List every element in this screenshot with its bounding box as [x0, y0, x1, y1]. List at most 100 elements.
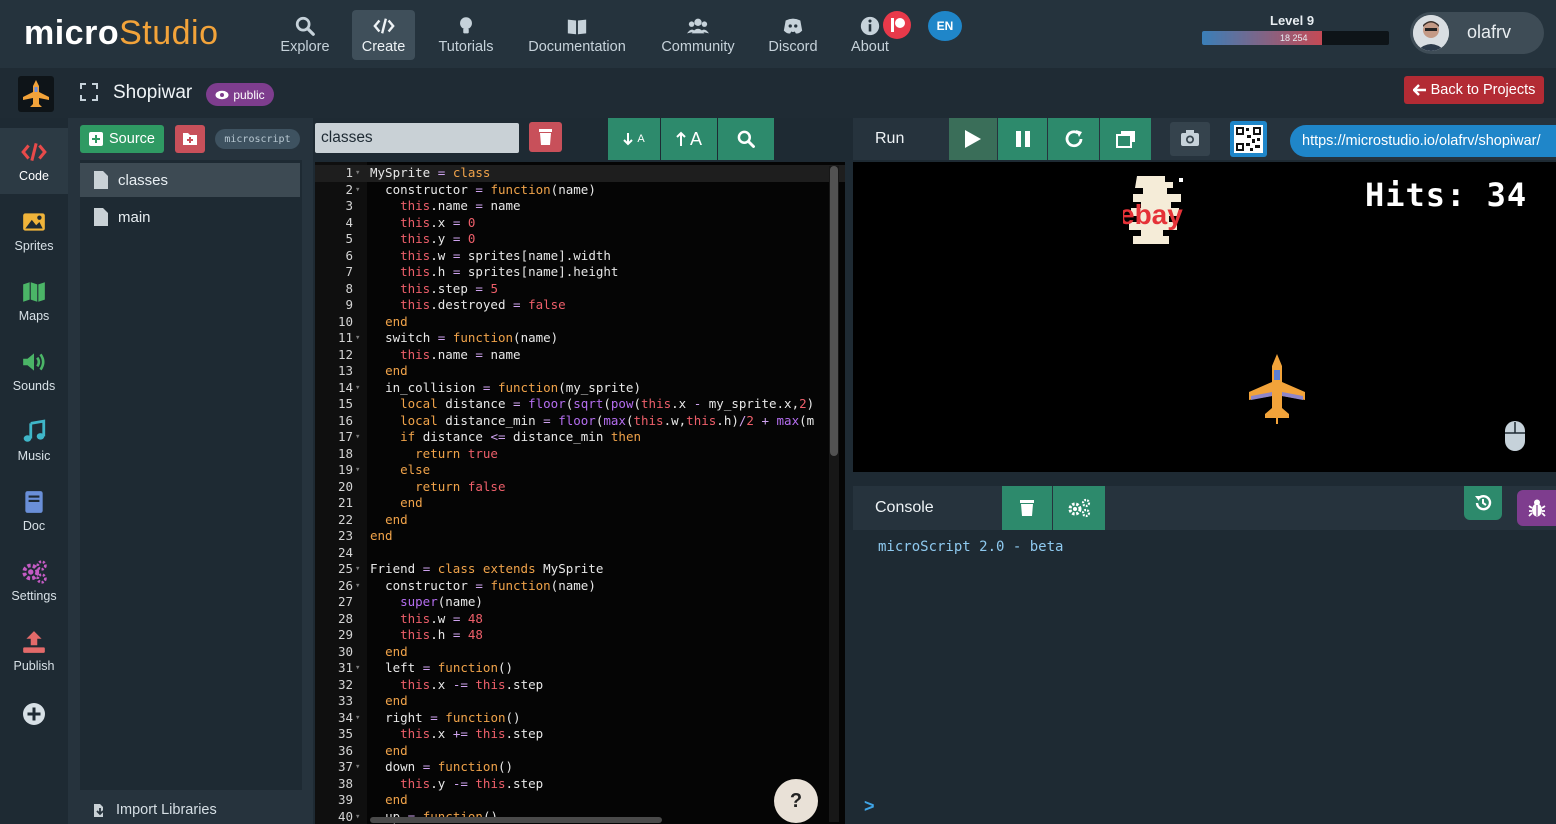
fold-toggle-icon[interactable]: ▾ [355, 660, 360, 677]
code-line[interactable]: 24 [315, 545, 827, 562]
code-line[interactable]: 20 return false [315, 479, 827, 496]
new-source-button[interactable]: Source [80, 125, 164, 153]
code-line[interactable]: 31 ▾ left = function() [315, 660, 827, 677]
code-line[interactable]: 14 ▾ in_collision = function(my_sprite) [315, 380, 827, 397]
play-button[interactable] [949, 118, 997, 160]
console-settings-button[interactable] [1053, 486, 1105, 530]
project-name[interactable]: Shopiwar [113, 82, 192, 104]
fold-toggle-icon[interactable]: ▾ [355, 330, 360, 347]
sidebar-item-settings[interactable]: Settings [0, 548, 68, 614]
visibility-badge[interactable]: public [206, 83, 274, 106]
code-line[interactable]: 21 end [315, 495, 827, 512]
nav-explore[interactable]: Explore [272, 10, 338, 60]
code-line[interactable]: 4 this.x = 0 [315, 215, 827, 232]
debug-button[interactable] [1517, 490, 1556, 526]
panel-splitter[interactable] [853, 474, 1556, 484]
search-code-button[interactable] [718, 118, 774, 160]
code-line[interactable]: 18 return true [315, 446, 827, 463]
back-to-projects-button[interactable]: Back to Projects [1404, 76, 1544, 104]
code-line[interactable]: 32 this.x -= this.step [315, 677, 827, 694]
nav-tutorials[interactable]: Tutorials [430, 10, 502, 60]
fold-toggle-icon[interactable]: ▾ [355, 165, 360, 182]
patreon-icon[interactable] [883, 11, 911, 39]
code-line[interactable]: 12 this.name = name [315, 347, 827, 364]
code-line[interactable]: 16 local distance_min = floor(max(this.w… [315, 413, 827, 430]
nav-create[interactable]: Create [352, 10, 415, 60]
fold-toggle-icon[interactable]: ▾ [355, 710, 360, 727]
code-line[interactable]: 1 ▾ MySprite = class [315, 165, 827, 182]
file-item-classes[interactable]: classes [80, 163, 300, 197]
code-line[interactable]: 15 local distance = floor(sqrt(pow(this.… [315, 396, 827, 413]
file-item-main[interactable]: main [80, 200, 300, 234]
code-line[interactable]: 22 end [315, 512, 827, 529]
code-editor[interactable]: 1 ▾ MySprite = class 2 ▾ constructor = funct… [315, 162, 845, 824]
code-line[interactable]: 11 ▾ switch = function(name) [315, 330, 827, 347]
language-selector[interactable]: EN [928, 11, 962, 41]
add-plugin-icon[interactable] [22, 702, 46, 731]
font-smaller-button[interactable]: A [608, 118, 660, 160]
nav-community[interactable]: Community [655, 10, 741, 60]
history-button[interactable] [1464, 486, 1502, 520]
editor-horizontal-scrollbar[interactable] [370, 817, 662, 823]
sidebar-item-code[interactable]: Code [0, 128, 68, 194]
import-libraries-button[interactable]: Import Libraries [80, 796, 302, 824]
code-line[interactable]: 5 this.y = 0 [315, 231, 827, 248]
code-line[interactable]: 3 this.name = name [315, 198, 827, 215]
fold-toggle-icon[interactable]: ▾ [355, 561, 360, 578]
sidebar-item-sounds[interactable]: Sounds [0, 338, 68, 404]
code-line[interactable]: 28 this.w = 48 [315, 611, 827, 628]
code-line[interactable]: 35 this.x += this.step [315, 726, 827, 743]
code-line[interactable]: 23 end [315, 528, 827, 545]
fullscreen-icon[interactable] [80, 83, 98, 106]
sidebar-item-publish[interactable]: Publish [0, 618, 68, 684]
code-line[interactable]: 7 this.h = sprites[name].height [315, 264, 827, 281]
user-menu[interactable]: olafrv [1410, 12, 1544, 54]
fold-toggle-icon[interactable]: ▾ [355, 462, 360, 479]
restart-button[interactable] [1048, 118, 1099, 160]
qr-code-button[interactable] [1230, 121, 1267, 157]
code-line[interactable]: 39 end [315, 792, 827, 809]
console-prompt[interactable]: > [864, 796, 875, 817]
code-line[interactable]: 33 end [315, 693, 827, 710]
detach-window-button[interactable] [1100, 118, 1151, 160]
sidebar-item-doc[interactable]: Doc [0, 478, 68, 544]
help-button[interactable]: ? [774, 779, 818, 823]
nav-discord[interactable]: Discord [762, 10, 824, 60]
project-icon[interactable] [18, 76, 54, 112]
editor-scrollbar-thumb[interactable] [830, 166, 838, 456]
code-line[interactable]: 9 this.destroyed = false [315, 297, 827, 314]
code-line[interactable]: 37 ▾ down = function() [315, 759, 827, 776]
sidebar-item-music[interactable]: Music [0, 408, 68, 474]
code-line[interactable]: 6 this.w = sprites[name].width [315, 248, 827, 265]
filename-input[interactable]: classes [315, 123, 519, 153]
new-folder-button[interactable] [175, 125, 205, 153]
code-line[interactable]: 8 this.step = 5 [315, 281, 827, 298]
fold-toggle-icon[interactable]: ▾ [355, 429, 360, 446]
fold-toggle-icon[interactable]: ▾ [355, 809, 360, 824]
font-larger-button[interactable]: A [661, 118, 717, 160]
fold-toggle-icon[interactable]: ▾ [355, 578, 360, 595]
pause-button[interactable] [998, 118, 1047, 160]
code-line[interactable]: 19 ▾ else [315, 462, 827, 479]
code-line[interactable]: 2 ▾ constructor = function(name) [315, 182, 827, 199]
code-line[interactable]: 34 ▾ right = function() [315, 710, 827, 727]
code-line[interactable]: 29 this.h = 48 [315, 627, 827, 644]
screenshot-button[interactable] [1170, 122, 1210, 156]
code-line[interactable]: 17 ▾ if distance <= distance_min then [315, 429, 827, 446]
code-line[interactable]: 10 end [315, 314, 827, 331]
fold-toggle-icon[interactable]: ▾ [355, 759, 360, 776]
code-line[interactable]: 30 end [315, 644, 827, 661]
sidebar-item-sprites[interactable]: Sprites [0, 198, 68, 264]
code-line[interactable]: 25 ▾ Friend = class extends MySprite [315, 561, 827, 578]
sidebar-item-maps[interactable]: Maps [0, 268, 68, 334]
code-line[interactable]: 26 ▾ constructor = function(name) [315, 578, 827, 595]
code-line[interactable]: 36 end [315, 743, 827, 760]
console-output-area[interactable] [853, 530, 1556, 824]
delete-file-button[interactable] [529, 122, 562, 152]
code-line[interactable]: 38 this.y -= this.step [315, 776, 827, 793]
code-line[interactable]: 13 end [315, 363, 827, 380]
nav-documentation[interactable]: Documentation [522, 10, 632, 60]
project-url-link[interactable]: https://microstudio.io/olafrv/shopiwar/ [1290, 125, 1556, 157]
code-line[interactable]: 27 super(name) [315, 594, 827, 611]
clear-console-button[interactable] [1002, 486, 1052, 530]
